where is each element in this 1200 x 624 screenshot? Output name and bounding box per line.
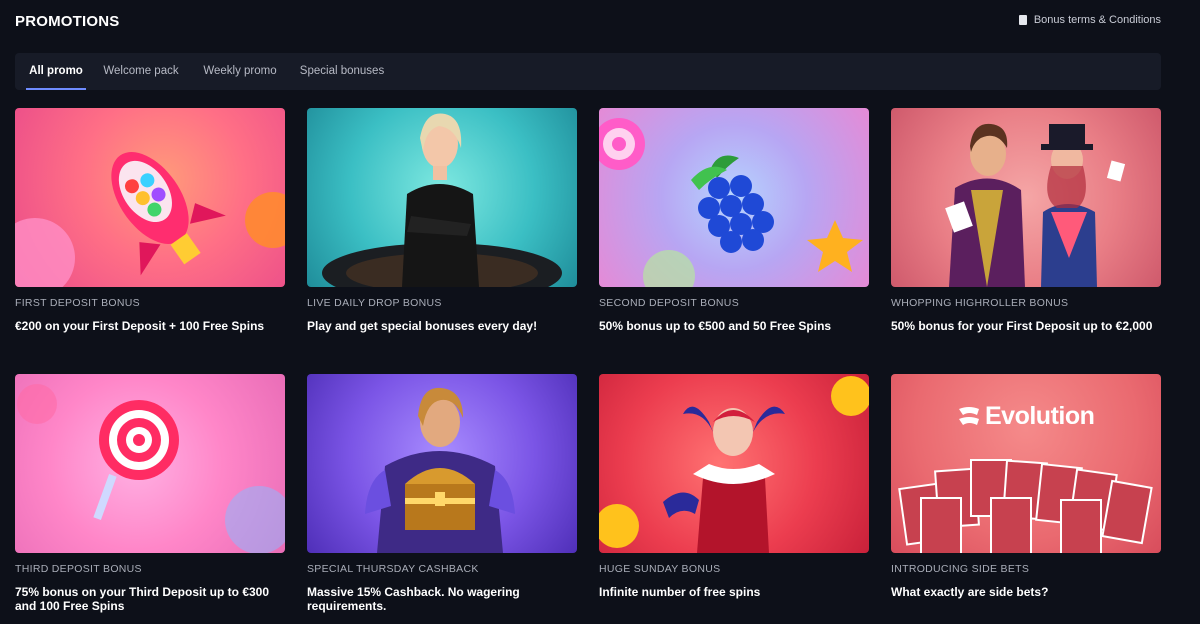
page-header: PROMOTIONS Bonus terms & Conditions: [15, 12, 1161, 32]
promo-description: 50% bonus up to €500 and 50 Free Spins: [599, 319, 832, 333]
promo-category: HUGE SUNDAY BONUS: [599, 563, 721, 575]
promo-description: 50% bonus for your First Deposit up to €…: [891, 319, 1153, 333]
promo-description: 75% bonus on your Third Deposit up to €3…: [15, 585, 270, 613]
promo-image-lollipop[interactable]: [15, 374, 285, 553]
promo-card-sunday-bonus[interactable]: HUGE SUNDAY BONUS Infinite number of fre…: [599, 374, 869, 599]
bonus-terms-label: Bonus terms & Conditions: [1033, 14, 1161, 26]
promo-card-live-daily-drop[interactable]: LIVE DAILY DROP BONUS Play and get speci…: [307, 108, 577, 333]
bonus-terms-link[interactable]: Bonus terms & Conditions: [1018, 14, 1161, 26]
promo-description: What exactly are side bets?: [891, 585, 1049, 599]
promo-card-first-deposit[interactable]: FIRST DEPOSIT BONUS €200 on your First D…: [15, 108, 285, 333]
tab-special-bonuses[interactable]: Special bonuses: [296, 53, 388, 90]
promo-card-second-deposit[interactable]: SECOND DEPOSIT BONUS 50% bonus up to €50…: [599, 108, 869, 333]
promo-category: LIVE DAILY DROP BONUS: [307, 297, 442, 309]
promo-image-evolution-cards[interactable]: Evolution: [891, 374, 1161, 553]
promo-image-grapes[interactable]: [599, 108, 869, 287]
promo-category: SECOND DEPOSIT BONUS: [599, 297, 739, 309]
promo-image-jester[interactable]: [599, 374, 869, 553]
tab-welcome-pack[interactable]: Welcome pack: [99, 53, 183, 90]
promo-description: €200 on your First Deposit + 100 Free Sp…: [15, 319, 265, 333]
promo-card-third-deposit[interactable]: THIRD DEPOSIT BONUS 75% bonus on your Th…: [15, 374, 285, 613]
promo-description: Play and get special bonuses every day!: [307, 319, 538, 333]
promo-image-live-dealer[interactable]: [307, 108, 577, 287]
promo-category: THIRD DEPOSIT BONUS: [15, 563, 142, 575]
promo-card-highroller[interactable]: WHOPPING HIGHROLLER BONUS 50% bonus for …: [891, 108, 1161, 333]
document-icon: [1018, 15, 1027, 25]
promo-card-side-bets[interactable]: Evolution INTRODUCING SIDE BETS What exa…: [891, 374, 1161, 599]
promo-category: FIRST DEPOSIT BONUS: [15, 297, 140, 309]
promo-category: INTRODUCING SIDE BETS: [891, 563, 1030, 575]
promo-description: Massive 15% Cashback. No wagering requir…: [307, 585, 520, 613]
promo-image-rocket[interactable]: [15, 108, 285, 287]
promo-image-warrior-chest[interactable]: [307, 374, 577, 553]
page-title: PROMOTIONS: [15, 13, 120, 30]
promo-tabs: All promo Welcome pack Weekly promo Spec…: [15, 53, 1161, 90]
promo-category: WHOPPING HIGHROLLER BONUS: [891, 297, 1069, 309]
promo-description: Infinite number of free spins: [599, 585, 761, 599]
promo-image-magicians[interactable]: [891, 108, 1161, 287]
promo-category: SPECIAL THURSDAY CASHBACK: [307, 563, 479, 575]
tab-weekly-promo[interactable]: Weekly promo: [198, 53, 282, 90]
promo-card-thursday-cashback[interactable]: SPECIAL THURSDAY CASHBACK Massive 15% Ca…: [307, 374, 577, 613]
tab-all-promo[interactable]: All promo: [26, 53, 86, 90]
